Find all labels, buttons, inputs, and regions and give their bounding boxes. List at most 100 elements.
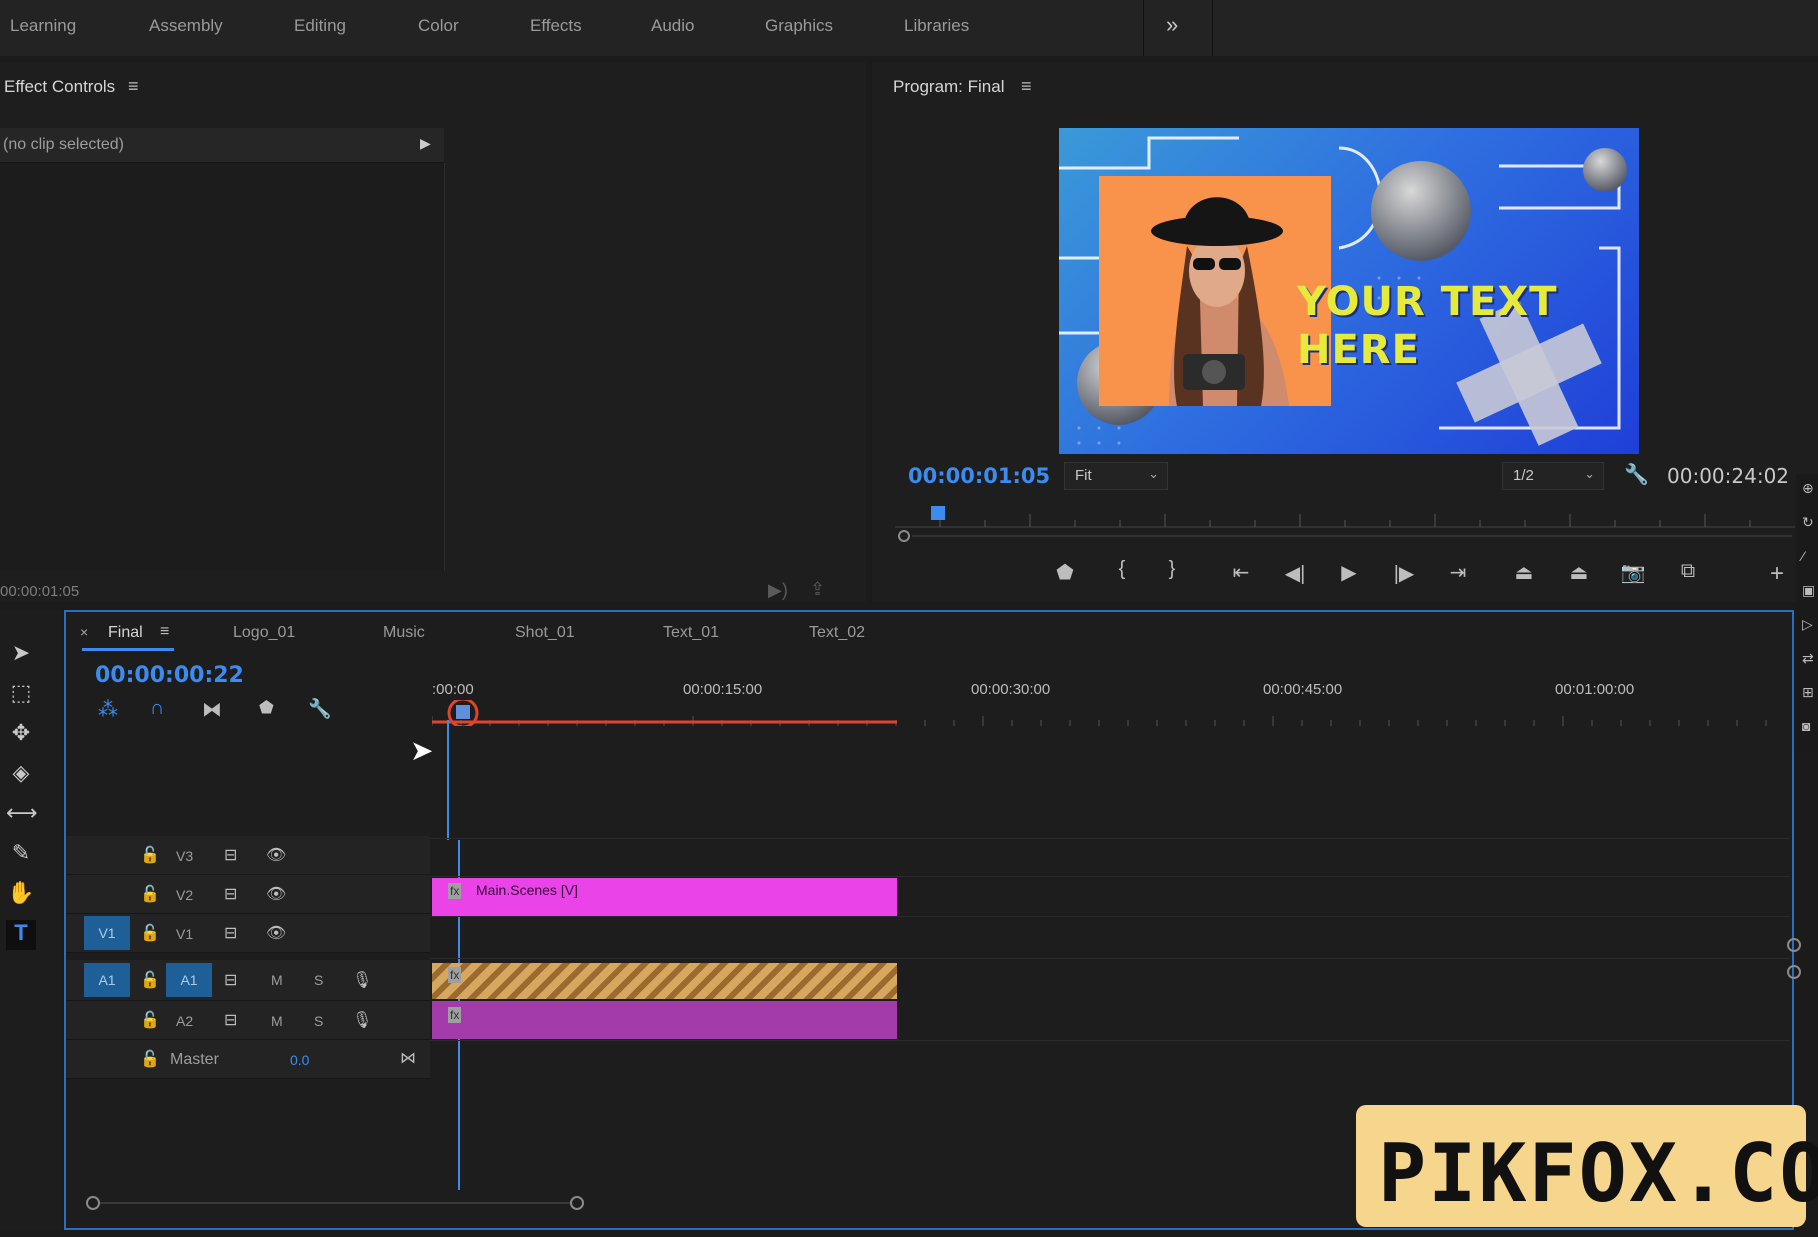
workspace-tab-color[interactable]: Color: [418, 16, 459, 36]
video-track-scroll-handle[interactable]: [1787, 938, 1801, 952]
go-to-out-icon[interactable]: ⇥: [1443, 560, 1473, 585]
slip-tool-icon[interactable]: ⟷: [6, 800, 38, 830]
zoom-handle-left[interactable]: [898, 530, 910, 542]
solo-button[interactable]: S: [314, 1013, 323, 1029]
nest-toggle-icon[interactable]: ⁂: [98, 697, 118, 722]
clip-audio-a1[interactable]: fx: [432, 963, 897, 999]
sequence-tab-shot-01[interactable]: Shot_01: [515, 624, 575, 642]
workspace-tab-libraries[interactable]: Libraries: [904, 16, 969, 36]
program-playhead[interactable]: [931, 506, 945, 520]
extract-icon[interactable]: ⏏: [1564, 560, 1594, 585]
timeline-timecode[interactable]: 00:00:00:22: [95, 663, 244, 688]
close-sequence-icon[interactable]: ×: [80, 624, 88, 640]
microphone-icon[interactable]: 🎙: [352, 970, 372, 990]
lock-icon[interactable]: 🔓: [140, 1010, 160, 1030]
sequence-tab-text-01[interactable]: Text_01: [663, 624, 719, 642]
swap-icon[interactable]: ⇄: [1802, 650, 1814, 667]
program-scrubber[interactable]: [895, 506, 1795, 528]
sequence-tab-final[interactable]: Final: [108, 624, 143, 642]
program-zoom-bar[interactable]: [898, 530, 1794, 542]
solo-button[interactable]: S: [314, 972, 323, 988]
comparison-view-icon[interactable]: ⧉: [1673, 560, 1703, 583]
lock-icon[interactable]: 🔓: [140, 845, 160, 865]
timeline-settings-wrench-icon[interactable]: 🔧: [308, 697, 332, 721]
hand-tool-icon[interactable]: ✋: [6, 880, 36, 910]
sequence-menu-icon[interactable]: ≡: [160, 623, 169, 641]
workspace-tab-audio[interactable]: Audio: [651, 16, 694, 36]
workspace-tab-effects[interactable]: Effects: [530, 16, 582, 36]
zoom-icon[interactable]: ⊕: [1802, 480, 1814, 497]
zoom-handle-start[interactable]: [86, 1196, 100, 1210]
add-button-icon[interactable]: +: [1762, 560, 1792, 588]
play-audio-icon[interactable]: ▶): [768, 580, 788, 601]
workspace-tab-assembly[interactable]: Assembly: [149, 16, 223, 36]
sync-lock-icon[interactable]: ⊟: [224, 1010, 237, 1030]
razor-tool-icon[interactable]: ◈: [6, 760, 36, 790]
timeline-zoom-scrollbar[interactable]: [86, 1196, 584, 1210]
frame-icon[interactable]: ▣: [1802, 582, 1815, 599]
mute-button[interactable]: M: [271, 972, 283, 988]
program-video-frame[interactable]: YOUR TEXT HERE: [1059, 128, 1639, 454]
pen-tool-icon[interactable]: ✎: [6, 840, 36, 870]
step-back-icon[interactable]: ◀|: [1280, 561, 1310, 586]
program-monitor-menu-icon[interactable]: ≡: [1021, 76, 1032, 97]
export-icon[interactable]: ⇪: [810, 579, 825, 600]
hand-icon[interactable]: ↻: [1802, 514, 1814, 531]
export-frame-icon[interactable]: ⊞: [1802, 684, 1814, 701]
clip-selector[interactable]: (no clip selected) ▶: [0, 128, 444, 163]
mark-out-icon[interactable]: }: [1157, 558, 1187, 581]
zoom-handle-end[interactable]: [570, 1196, 584, 1210]
step-forward-icon[interactable]: |▶: [1389, 561, 1419, 586]
sync-lock-icon[interactable]: ⊟: [224, 970, 237, 990]
go-to-in-icon[interactable]: ⇤: [1226, 560, 1256, 585]
source-patch-a1[interactable]: A1: [84, 963, 130, 997]
sync-lock-icon[interactable]: ⊟: [224, 923, 237, 943]
eye-icon[interactable]: 👁: [266, 845, 286, 865]
timeline-ruler[interactable]: [431, 697, 1792, 729]
linked-selection-icon[interactable]: ⧓: [202, 697, 222, 722]
sequence-tab-music[interactable]: Music: [383, 624, 425, 642]
lock-icon[interactable]: 🔓: [140, 970, 160, 990]
play-button-icon[interactable]: ▶: [1334, 560, 1364, 585]
camera-export-frame-icon[interactable]: 📷: [1618, 560, 1648, 585]
sync-lock-icon[interactable]: ⊟: [224, 845, 237, 865]
timeline-playhead-handle[interactable]: [456, 705, 470, 719]
lock-icon[interactable]: 🔓: [140, 884, 160, 904]
play-panel-icon[interactable]: ▷: [1802, 616, 1813, 633]
wand-icon[interactable]: ⁄: [1802, 548, 1804, 564]
eye-icon[interactable]: 👁: [266, 923, 286, 943]
play-triangle-icon[interactable]: ▶: [420, 135, 431, 152]
snapshot-icon[interactable]: ◙: [1802, 718, 1810, 734]
resolution-dropdown[interactable]: 1/2 ⌄: [1502, 462, 1604, 490]
timeline-marker-icon[interactable]: ⬟: [259, 698, 274, 718]
sequence-tab-text-02[interactable]: Text_02: [809, 624, 865, 642]
lock-icon[interactable]: 🔓: [140, 923, 160, 943]
microphone-icon[interactable]: 🎙: [352, 1010, 372, 1030]
source-patch-v1[interactable]: V1: [84, 916, 130, 950]
program-playhead-timecode[interactable]: 00:00:01:05: [908, 464, 1050, 488]
type-tool-icon[interactable]: T: [6, 920, 36, 950]
snap-magnet-icon[interactable]: ∩: [150, 697, 164, 720]
track-target-a1[interactable]: A1: [166, 963, 212, 997]
fit-dropdown[interactable]: Fit ⌄: [1064, 462, 1168, 490]
mark-in-icon[interactable]: {: [1107, 558, 1137, 581]
effect-controls-menu-icon[interactable]: ≡: [128, 76, 139, 97]
ripple-edit-tool-icon[interactable]: ✥: [6, 720, 36, 750]
audio-track-scroll-handle[interactable]: [1787, 965, 1801, 979]
workspace-tab-editing[interactable]: Editing: [294, 16, 346, 36]
bowtie-icon[interactable]: ⋈: [400, 1048, 416, 1068]
selection-tool-icon[interactable]: ➤: [6, 640, 36, 670]
add-marker-icon[interactable]: ⬟: [1050, 560, 1080, 585]
clip-main-scenes-video[interactable]: fx Main.Scenes [V]: [432, 878, 897, 916]
workspace-tab-graphics[interactable]: Graphics: [765, 16, 833, 36]
mute-button[interactable]: M: [271, 1013, 283, 1029]
workspace-tab-learning[interactable]: Learning: [10, 16, 76, 36]
lift-icon[interactable]: ⏏: [1509, 560, 1539, 585]
track-select-tool-icon[interactable]: ⬚: [6, 680, 36, 710]
sync-lock-icon[interactable]: ⊟: [224, 884, 237, 904]
eye-icon[interactable]: 👁: [266, 884, 286, 904]
sequence-tab-logo-01[interactable]: Logo_01: [233, 624, 295, 642]
lock-icon[interactable]: 🔓: [140, 1049, 160, 1069]
more-workspaces-button[interactable]: »: [1143, 0, 1213, 56]
wrench-settings-icon[interactable]: 🔧: [1624, 462, 1649, 487]
